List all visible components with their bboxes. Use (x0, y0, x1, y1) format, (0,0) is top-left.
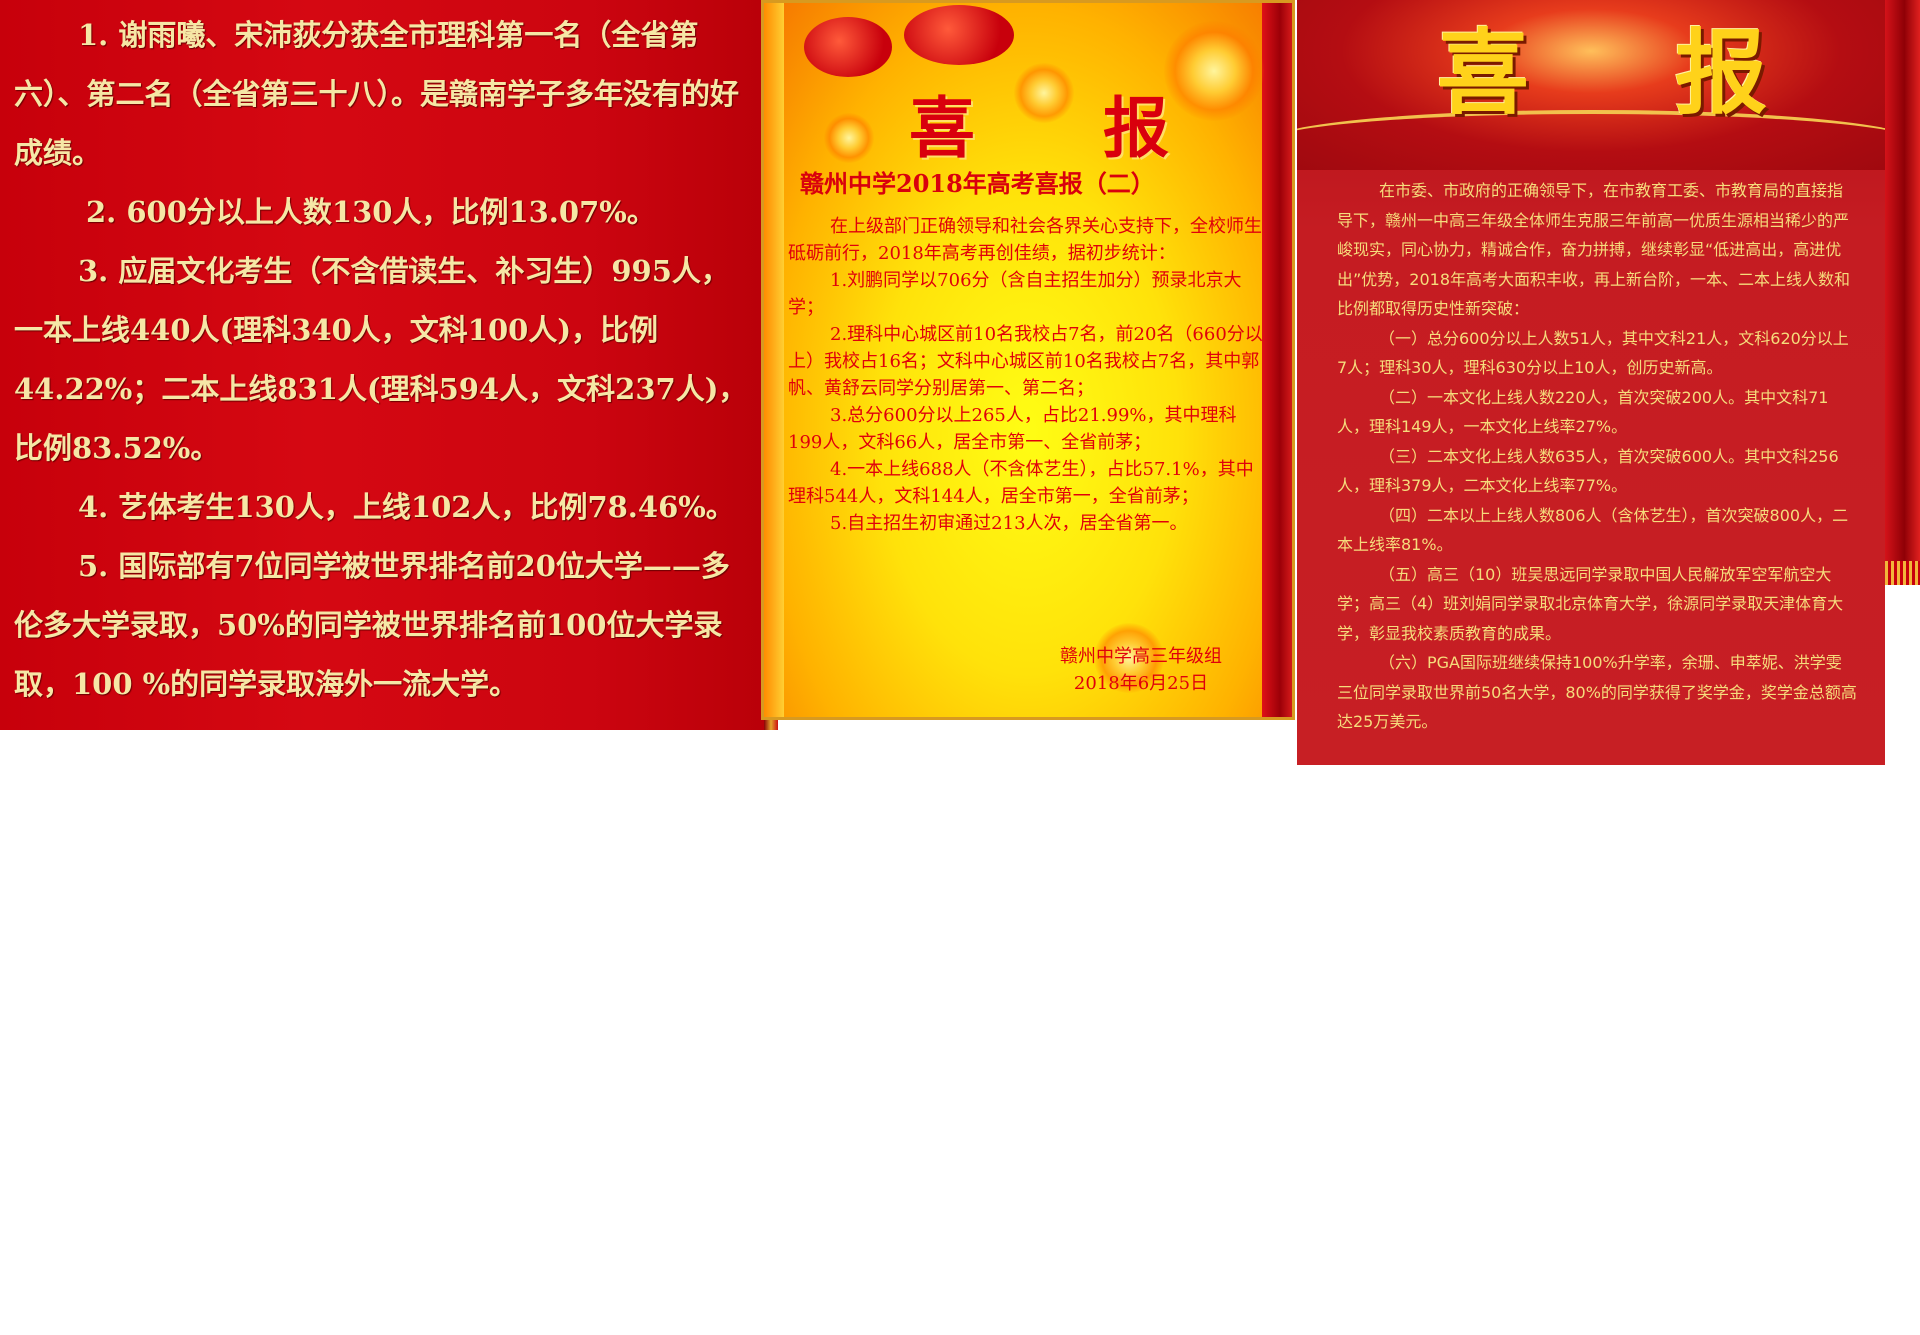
headline-char-1: 喜 (1437, 19, 1530, 127)
good-news-poster-ganzhou-no1: 喜 报 在市委、市政府的正确领导下，在市教育工委、市教育局的直接指导下，赣州一中… (1297, 0, 1885, 765)
tassel-decoration (1885, 561, 1920, 585)
achievement-line-4: 4. 艺体考生130人，上线102人，比例78.46%。 (78, 490, 735, 524)
poster-headline: 喜 报 (909, 93, 1169, 163)
poster-body: 在市委、市政府的正确领导下，在市教育工委、市教育局的直接指导下，赣州一中高三年级… (1337, 176, 1857, 737)
right-curtain (1262, 3, 1292, 717)
poster-paragraph: 2.理科中心城区前10名我校占7名，前20名（660分以上）我校占16名；文科中… (788, 324, 1263, 399)
achievement-line-3: 3. 应届文化考生（不含借读生、补习生）995人，一本上线440人(理科340人… (14, 254, 748, 465)
poster-body: 在上级部门正确领导和社会各界关心支持下，全校师生砥砺前行，2018年高考再创佳绩… (788, 213, 1266, 537)
firework-icon (824, 113, 874, 163)
poster-paragraph: 3.总分600分以上265人，占比21.99%，其中理科199人，文科66人，居… (788, 405, 1237, 453)
poster-paragraph: （二）一本文化上线人数220人，首次突破200人。其中文科71人，理科149人，… (1337, 387, 1829, 437)
signature-org: 赣州中学高三年级组 (1060, 646, 1222, 667)
firework-icon (1164, 21, 1264, 121)
poster-paragraph: 5.自主招生初审通过213人次，居全省第一。 (830, 513, 1188, 534)
poster-paragraph: （三）二本文化上线人数635人，首次突破600人。其中文科256人，理科379人… (1337, 446, 1839, 496)
poster-headline: 喜 报 (1437, 18, 1767, 128)
poster-paragraph: 1.刘鹏同学以706分（含自主招生加分）预录北京大学； (788, 270, 1242, 318)
achievement-line-2: 2. 600分以上人数130人，比例13.07%。 (86, 195, 656, 229)
poster-paragraph: （六）PGA国际班继续保持100%升学率，余珊、申萃妮、洪学雯三位同学录取世界前… (1337, 653, 1857, 731)
achievement-text-block: 1. 谢雨曦、宋沛荻分获全市理科第一名（全省第六）、第二名（全省第三十八）。是赣… (14, 6, 756, 714)
edge-curtain-strip (1885, 0, 1920, 585)
headline-char-2: 报 (1103, 89, 1169, 167)
poster-paragraph: 在市委、市政府的正确领导下，在市教育工委、市教育局的直接指导下，赣州一中高三年级… (1337, 181, 1851, 318)
lantern-icon (804, 17, 892, 77)
good-news-poster-ganzhou: 喜 报 赣州中学2018年高考喜报（二） 在上级部门正确领导和社会各界关心支持下… (761, 0, 1295, 720)
signature-date: 2018年6月25日 (1073, 673, 1209, 694)
poster-paragraph: （五）高三（10）班吴思远同学录取中国人民解放军空军航空大学；高三（4）班刘娟同… (1337, 564, 1844, 643)
achievement-line-1: 1. 谢雨曦、宋沛荻分获全市理科第一名（全省第六）、第二名（全省第三十八）。是赣… (14, 18, 740, 170)
left-curtain (764, 3, 784, 717)
poster-paragraph: 在上级部门正确领导和社会各界关心支持下，全校师生砥砺前行，2018年高考再创佳绩… (788, 216, 1262, 264)
achievement-line-5: 5. 国际部有7位同学被世界排名前20位大学——多伦多大学录取，50%的同学被世… (14, 549, 730, 701)
poster-subtitle: 赣州中学2018年高考喜报（二） (800, 169, 1155, 198)
poster-paragraph: （一）总分600分以上人数51人，其中文科21人，文科620分以上7人；理科30… (1337, 328, 1849, 378)
poster-paragraph: （四）二本以上上线人数806人（含体艺生），首次突破800人，二本上线率81%。 (1337, 505, 1849, 555)
lantern-icon (904, 5, 1014, 65)
headline-char-2: 报 (1674, 19, 1767, 127)
headline-char-1: 喜 (909, 89, 975, 167)
poster-signature: 赣州中学高三年级组 2018年6月25日 (1060, 643, 1222, 697)
poster-paragraph: 4.一本上线688人（不含体艺生），占比57.1%，其中理科544人，文科144… (788, 459, 1254, 507)
achievement-panel-1: 1. 谢雨曦、宋沛荻分获全市理科第一名（全省第六）、第二名（全省第三十八）。是赣… (0, 0, 778, 730)
